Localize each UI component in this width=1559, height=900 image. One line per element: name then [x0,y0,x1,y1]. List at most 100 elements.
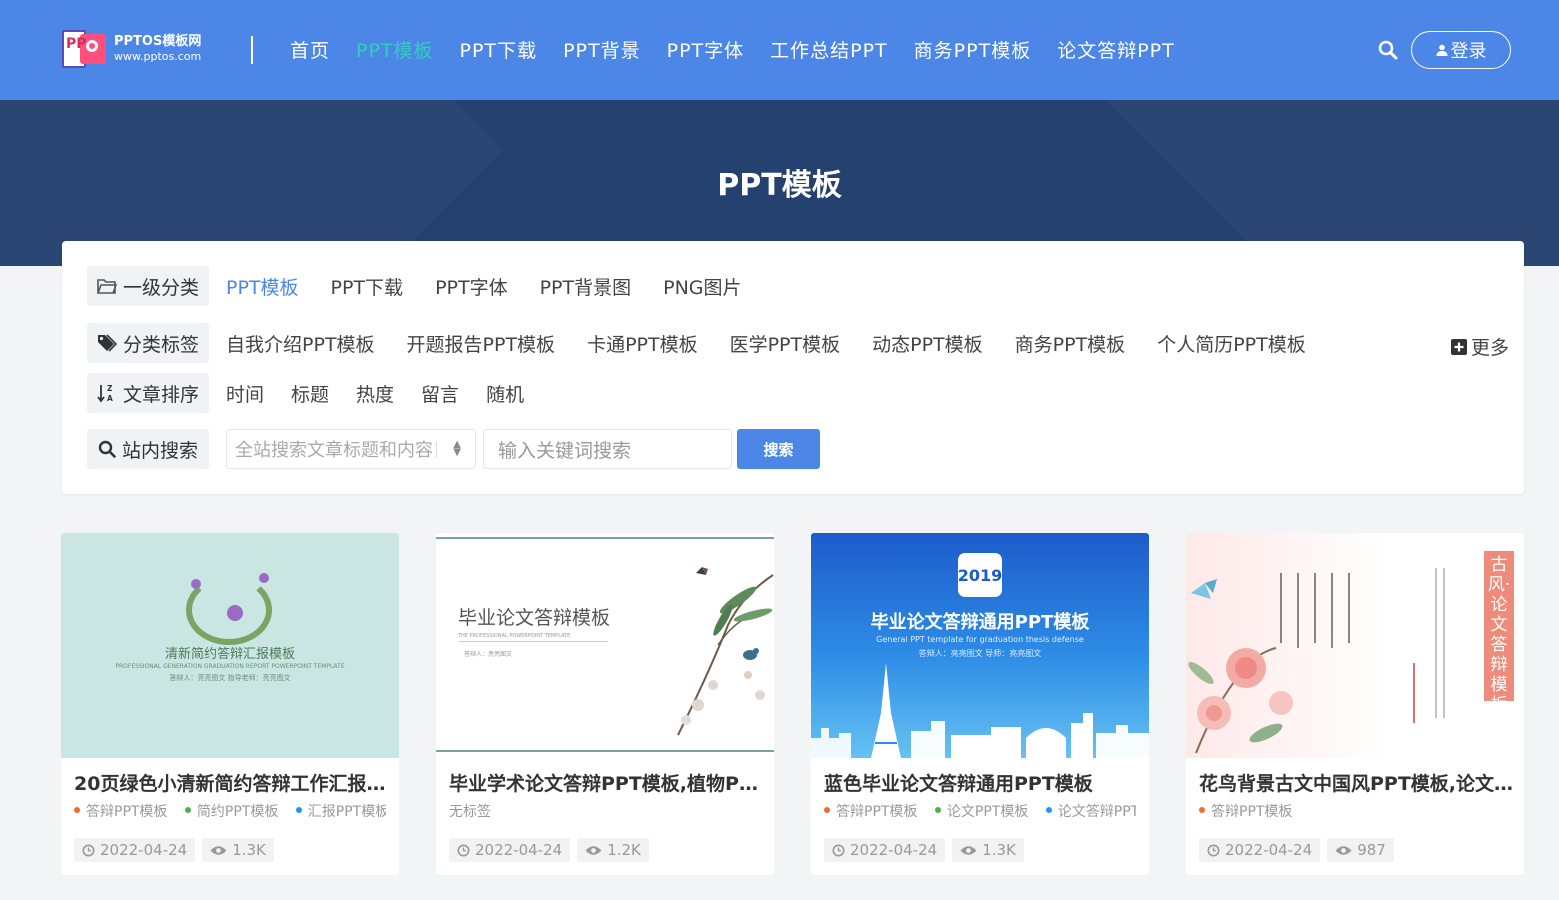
post-title[interactable]: 毕业学术论文答辩PPT模板,植物PPT模板 [449,769,764,796]
post-date: 2022-04-24 [824,838,946,862]
sort-item[interactable]: 留言 [421,380,459,407]
search-icon[interactable] [1378,40,1398,60]
seal-badge: 古风·论文答辩模板 [1484,551,1514,715]
category-item[interactable]: PPT下载 [331,273,404,300]
nav-item-thesis-defense[interactable]: 论文答辩PPT [1057,36,1175,63]
eye-icon [210,845,227,855]
post-tags: 无标签 [449,801,761,821]
search-button[interactable]: 搜索 [737,429,820,469]
post-card[interactable]: 毕业论文答辩模板 THE PROFESSIONAL POWERPOINT TEM… [436,533,774,875]
eye-icon [960,845,977,855]
search-row: 站内搜索 全站搜索文章标题和内容 ▲ ▼ 输入关键词搜索 搜索 [87,429,820,469]
post-card[interactable]: 2019 毕业论文答辩通用PPT模板 General PPT template … [811,533,1149,875]
post-tag[interactable]: 汇报PPT模板 [295,801,386,821]
post-tag[interactable]: 论文PPT模板 [934,801,1028,821]
category-item[interactable]: PPT字体 [435,273,508,300]
category-item[interactable]: PPT模板 [226,273,299,300]
post-date: 2022-04-24 [74,838,196,862]
post-title[interactable]: 花鸟背景古文中国风PPT模板,论文答辩PPT模板 [1199,769,1514,796]
user-icon [1436,44,1447,56]
more-tags-button[interactable]: 更多 [1451,333,1509,360]
tags-label: 分类标签 [87,323,209,363]
search-icon [98,440,116,458]
nav-item-work-summary[interactable]: 工作总结PPT [770,36,888,63]
folder-icon [97,279,117,294]
nav-item-home[interactable]: 首页 [290,36,330,63]
page-title: PPT模板 [717,168,842,203]
logo-mark-icon: PP [62,28,108,70]
nav-item-business[interactable]: 商务PPT模板 [914,36,1032,63]
sort-item[interactable]: 标题 [291,380,329,407]
sort-row: Z A 文章排序 时间 标题 热度 留言 随机 [87,373,524,413]
calligraphy-text-illustration [1280,568,1445,723]
clock-icon [82,844,95,856]
category-item[interactable]: PPT背景图 [540,273,632,300]
nav-item-ppt-background[interactable]: PPT背景 [563,36,641,63]
tag-item[interactable]: 自我介绍PPT模板 [226,330,375,357]
category-item[interactable]: PNG图片 [663,273,741,300]
category-row: 一级分类 PPT模板 PPT下载 PPT字体 PPT背景图 PNG图片 [87,266,742,306]
site-logo[interactable]: PP PPTOS模板网 www.pptos.com [62,28,201,70]
svg-text:A: A [107,394,113,403]
clock-icon [457,844,470,856]
eye-icon [1335,845,1352,855]
nav-item-ppt-fonts[interactable]: PPT字体 [667,36,745,63]
nav-item-ppt-download[interactable]: PPT下载 [460,36,538,63]
post-views: 1.3K [952,838,1024,862]
post-thumbnail[interactable]: 古风·论文答辩模板 [1186,533,1524,758]
plant-illustration [677,567,774,736]
post-title[interactable]: 20页绿色小清新简约答辩工作汇报PPT模板 [74,769,389,796]
post-tag[interactable]: 答辩PPT模板 [74,801,167,821]
plus-square-icon [1451,338,1467,355]
sort-icon: Z A [97,384,113,403]
post-title[interactable]: 蓝色毕业论文答辩通用PPT模板 [824,769,1139,796]
post-tag[interactable]: 答辩PPT模板 [1199,801,1292,821]
post-views: 1.2K [577,838,649,862]
nav-item-ppt-templates[interactable]: PPT模板 [356,36,434,63]
sort-item[interactable]: 热度 [356,380,394,407]
tag-item[interactable]: 医学PPT模板 [730,330,841,357]
tag-item[interactable]: 开题报告PPT模板 [407,330,556,357]
post-date: 2022-04-24 [1199,838,1321,862]
city-skyline-illustration [811,663,1149,758]
filter-panel: 一级分类 PPT模板 PPT下载 PPT字体 PPT背景图 PNG图片 分类标签… [62,241,1524,494]
clock-icon [832,844,845,856]
post-thumbnail[interactable]: 毕业论文答辩模板 THE PROFESSIONAL POWERPOINT TEM… [436,533,774,758]
main-nav: 首页 PPT模板 PPT下载 PPT背景 PPT字体 工作总结PPT 商务PPT… [290,36,1175,63]
search-scope-select[interactable]: 全站搜索文章标题和内容 ▲ ▼ [226,429,476,469]
search-input[interactable]: 输入关键词搜索 [483,429,732,469]
clock-icon [1207,844,1220,856]
post-card[interactable]: 清新简约答辩汇报模板 PROFESSIONAL GENERATION GRADU… [61,533,399,875]
post-thumbnail[interactable]: 2019 毕业论文答辩通用PPT模板 General PPT template … [811,533,1149,758]
sort-label: Z A 文章排序 [87,373,209,413]
tags-icon [97,334,117,352]
post-thumbnail[interactable]: 清新简约答辩汇报模板 PROFESSIONAL GENERATION GRADU… [61,533,399,758]
site-header: PP PPTOS模板网 www.pptos.com 首页 PPT模板 PPT下载… [0,0,1559,100]
logo-letters: PP [66,36,87,52]
post-views: 1.3K [202,838,274,862]
tag-item[interactable]: 个人简历PPT模板 [1157,330,1306,357]
eye-icon [585,845,602,855]
post-tag[interactable]: 论文答辩PPT模板 [1045,801,1136,821]
logo-url: www.pptos.com [114,50,202,63]
login-label: 登录 [1450,41,1487,62]
header-divider [251,36,253,64]
sort-item[interactable]: 随机 [486,380,524,407]
logo-name: PPTOS模板网 [114,34,202,49]
tag-item[interactable]: 卡通PPT模板 [587,330,698,357]
post-tags: 答辩PPT模板 [1199,801,1511,821]
post-tag[interactable]: 答辩PPT模板 [824,801,917,821]
tag-item[interactable]: 动态PPT模板 [872,330,983,357]
post-tags: 答辩PPT模板 简约PPT模板 汇报PPT模板 [74,801,386,821]
no-tag-label: 无标签 [449,804,491,820]
login-button[interactable]: 登录 [1411,31,1511,69]
post-card[interactable]: 古风·论文答辩模板 花鸟背景古文中国风PPT模板,论文答辩PPT模板 答辩PPT… [1186,533,1524,875]
select-arrows-icon: ▲ ▼ [453,439,461,458]
tag-item[interactable]: 商务PPT模板 [1015,330,1126,357]
post-tags: 答辩PPT模板 论文PPT模板 论文答辩PPT模板 [824,801,1136,821]
tags-row: 分类标签 自我介绍PPT模板 开题报告PPT模板 卡通PPT模板 医学PPT模板… [87,323,1306,363]
sort-item[interactable]: 时间 [226,380,264,407]
post-tag[interactable]: 简约PPT模板 [184,801,278,821]
svg-text:Z: Z [107,384,113,393]
search-label: 站内搜索 [87,429,209,469]
